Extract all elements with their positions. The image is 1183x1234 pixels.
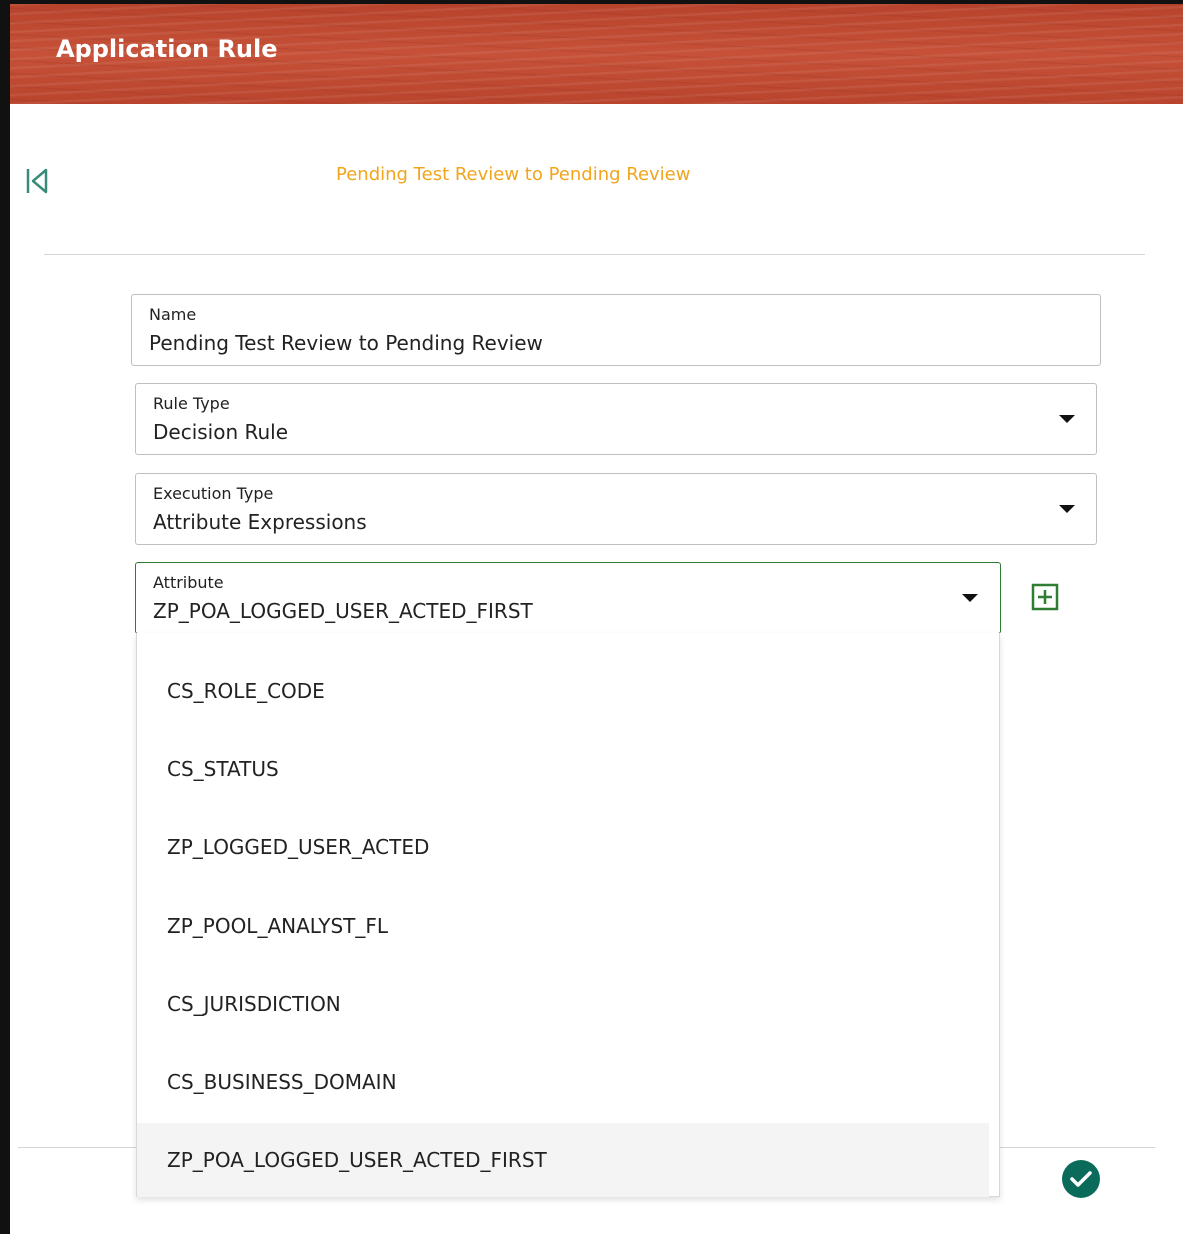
attribute-dropdown-list: CS_ROLE_CODE CS_STATUS ZP_LOGGED_USER_AC… bbox=[136, 633, 1000, 1197]
chevron-down-icon[interactable] bbox=[1059, 505, 1075, 513]
attribute-value: ZP_POA_LOGGED_USER_ACTED_FIRST bbox=[153, 599, 533, 623]
execution-type-label: Execution Type bbox=[153, 484, 274, 503]
chevron-down-icon[interactable] bbox=[1059, 415, 1075, 423]
attribute-option[interactable]: ZP_LOGGED_USER_ACTED bbox=[137, 810, 989, 884]
rule-type-select[interactable]: Rule Type Decision Rule bbox=[135, 383, 1097, 455]
attribute-option-selected[interactable]: ZP_POA_LOGGED_USER_ACTED_FIRST bbox=[137, 1123, 989, 1197]
app-title: Application Rule bbox=[56, 35, 278, 63]
execution-type-value: Attribute Expressions bbox=[153, 510, 367, 534]
attribute-option[interactable]: CS_STATUS bbox=[137, 732, 989, 806]
name-label: Name bbox=[149, 305, 197, 324]
name-field[interactable]: Name Pending Test Review to Pending Revi… bbox=[131, 294, 1101, 366]
submit-check-icon[interactable] bbox=[1061, 1159, 1101, 1199]
attribute-option[interactable]: ZP_POOL_ANALYST_FL bbox=[137, 889, 989, 963]
rule-type-label: Rule Type bbox=[153, 394, 230, 413]
attribute-option[interactable]: CS_BUSINESS_DOMAIN bbox=[137, 1045, 989, 1119]
attribute-label: Attribute bbox=[153, 573, 224, 592]
attribute-option[interactable]: CS_JURISDICTION bbox=[137, 967, 989, 1041]
execution-type-select[interactable]: Execution Type Attribute Expressions bbox=[135, 473, 1097, 545]
attribute-option[interactable]: CS_ROLE_CODE bbox=[137, 654, 989, 728]
chevron-down-icon[interactable] bbox=[962, 594, 978, 602]
add-box-icon[interactable] bbox=[1031, 583, 1059, 611]
app-header: Application Rule bbox=[10, 4, 1183, 104]
divider bbox=[44, 254, 1145, 255]
attribute-select[interactable]: Attribute ZP_POA_LOGGED_USER_ACTED_FIRST bbox=[135, 562, 1001, 634]
back-to-first-icon[interactable] bbox=[24, 166, 52, 196]
rule-type-value: Decision Rule bbox=[153, 420, 289, 444]
page-subtitle: Pending Test Review to Pending Review bbox=[336, 164, 691, 185]
name-value[interactable]: Pending Test Review to Pending Review bbox=[149, 331, 543, 355]
